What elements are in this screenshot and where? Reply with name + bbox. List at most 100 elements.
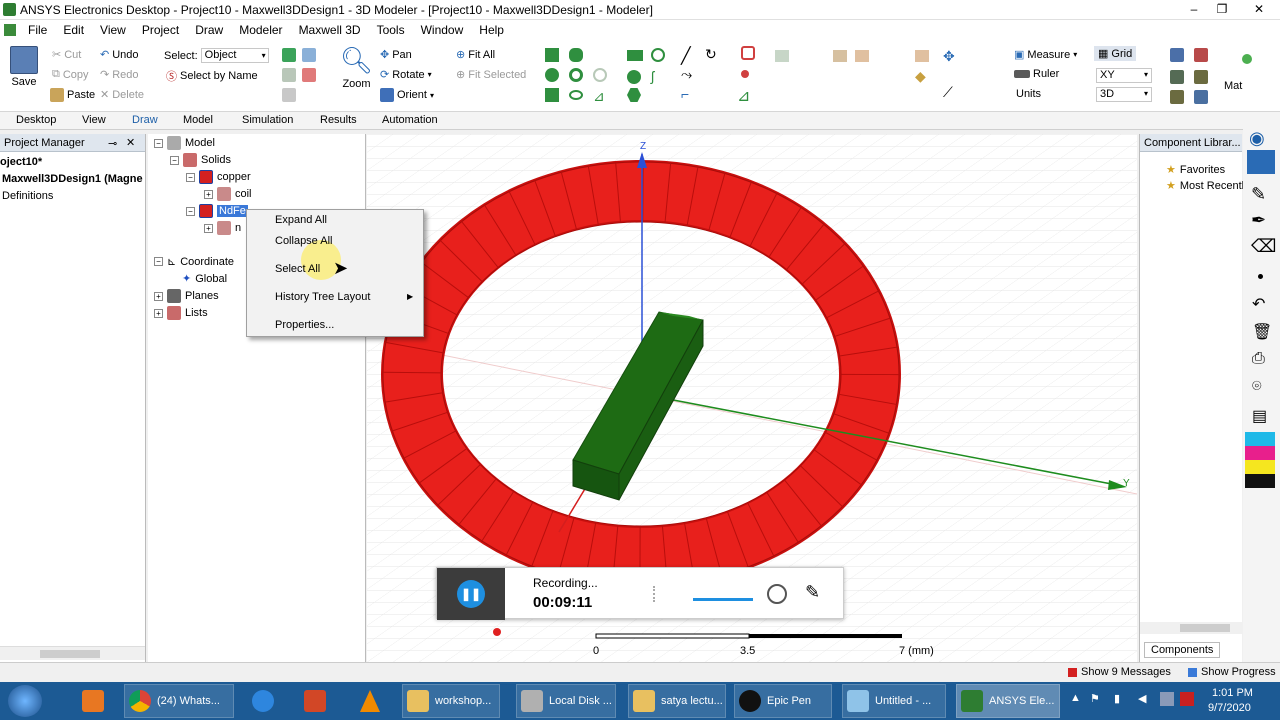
taskbar-satya[interactable]: satya lectu... [628, 684, 726, 718]
menu-view[interactable]: View [92, 23, 134, 37]
menu-item-expand-all[interactable]: Expand All [275, 214, 327, 226]
taskbar-ansys[interactable]: ANSYS Ele... [956, 684, 1060, 718]
pause-button[interactable]: ❚❚ [437, 568, 505, 620]
measure-line-icon[interactable]: ⟋ [943, 84, 953, 101]
tree-copper[interactable]: − copper [186, 170, 251, 184]
most-recent-node[interactable]: ★ Most Recentl [1166, 179, 1244, 193]
hexagon-icon[interactable] [627, 88, 641, 102]
equation-curve-icon[interactable]: ⌐ [681, 86, 689, 102]
menu-item-history-tree-layout[interactable]: History Tree Layout [275, 291, 370, 303]
eraser-icon[interactable]: ⌫ [1251, 236, 1276, 257]
tray-network-icon[interactable]: ▮ [1114, 692, 1120, 705]
measure-button[interactable]: ▣ Measure ▾ [1014, 48, 1077, 62]
menu-tools[interactable]: Tools [369, 23, 413, 37]
unite-icon[interactable] [775, 50, 789, 62]
tray-app-icon[interactable] [1160, 692, 1174, 706]
taskbar-chrome[interactable]: (24) Whats... [124, 684, 234, 718]
rotate-button[interactable]: ⟳ Rotate ▾ [380, 68, 432, 82]
panel-icon[interactable] [1170, 70, 1184, 84]
volume-slider[interactable] [693, 598, 753, 601]
vlc-icon[interactable] [360, 690, 380, 712]
material-icon[interactable] [1170, 90, 1184, 104]
ie-icon[interactable] [252, 690, 274, 712]
tab-results[interactable]: Results [320, 114, 357, 126]
subtract-icon[interactable] [833, 50, 847, 62]
screenshot-icon[interactable]: ⎙ [1252, 350, 1265, 368]
intersect-icon[interactable] [855, 50, 869, 62]
select-mode-dropdown[interactable]: Object ▾ [200, 48, 269, 63]
tree-coil[interactable]: + coil [204, 187, 252, 201]
tray-pdf-icon[interactable] [1180, 692, 1194, 706]
tree-global[interactable]: ✦ Global [182, 272, 227, 286]
taskbar-epic-pen[interactable]: Epic Pen [734, 684, 832, 718]
undo-annotation-icon[interactable]: ↶ [1252, 294, 1265, 314]
cone-icon[interactable] [569, 90, 583, 100]
select-face-icon[interactable] [282, 48, 296, 62]
clock-time[interactable]: 1:01 PM [1212, 687, 1253, 699]
save-button[interactable]: Save [10, 46, 38, 88]
pen-tool-icon[interactable]: ✒ [1251, 210, 1266, 231]
select-by-name-button[interactable]: Ⓢ Select by Name [166, 68, 258, 84]
zoom-button[interactable]: 🔍︎ Zoom [340, 46, 373, 90]
mode-dropdown[interactable]: 3D ▾ [1096, 87, 1152, 102]
cylinder-icon[interactable] [569, 48, 583, 62]
select-vertex-icon[interactable] [282, 68, 296, 82]
fit-all-button[interactable]: ⊕ Fit All [456, 48, 495, 62]
cut-button[interactable]: ✂ Cut [52, 48, 81, 62]
torus-icon[interactable] [569, 68, 583, 82]
menu-modeler[interactable]: Modeler [231, 23, 290, 37]
regular-polyhedron-icon[interactable] [545, 88, 559, 102]
components-scrollbar[interactable] [1140, 622, 1242, 634]
menu-draw[interactable]: Draw [187, 23, 231, 37]
clock-date[interactable]: 9/7/2020 [1208, 702, 1251, 714]
tree-model[interactable]: − Model [154, 136, 215, 150]
taskbar-local-disk[interactable]: Local Disk ... [516, 684, 616, 718]
tab-model[interactable]: Model [183, 114, 213, 126]
tray-flag-icon[interactable]: ⚑ [1090, 692, 1100, 705]
box-icon[interactable] [545, 48, 559, 62]
tab-desktop[interactable]: Desktop [16, 114, 56, 126]
marker-icon[interactable]: ✎ [1251, 184, 1266, 205]
tree-solids[interactable]: − Solids [170, 153, 231, 167]
tree-ndfe-child[interactable]: + n [204, 221, 241, 235]
menu-item-collapse-all[interactable]: Collapse All [275, 235, 332, 247]
coordinate-system-icon[interactable]: ◆ [915, 68, 926, 85]
fit-selected-button[interactable]: ⊕ Fit Selected [456, 68, 526, 82]
menu-project[interactable]: Project [134, 23, 187, 37]
cursor-tool-icon[interactable] [1247, 150, 1275, 174]
helix-icon[interactable] [593, 68, 607, 82]
show-messages-button[interactable]: Show 9 Messages [1068, 666, 1171, 678]
menu-item-select-all[interactable]: Select All [275, 263, 320, 275]
point-icon[interactable] [741, 70, 749, 78]
tray-volume-icon[interactable]: ◀ [1138, 692, 1146, 705]
grid-button[interactable]: ▦ Grid [1094, 46, 1137, 61]
powerpoint-icon[interactable] [304, 690, 326, 712]
arc-icon[interactable]: ↻ [705, 46, 717, 63]
paste-button[interactable]: Paste [50, 88, 95, 102]
camera-icon[interactable]: ⌾ [1252, 378, 1262, 396]
menu-help[interactable]: Help [471, 23, 512, 37]
show-progress-button[interactable]: Show Progress [1188, 666, 1276, 678]
taskbar-workshop[interactable]: workshop... [402, 684, 500, 718]
polyline-icon[interactable]: ⤳ [681, 66, 692, 83]
region-icon[interactable]: ⊿ [593, 88, 605, 105]
media-player-icon[interactable] [82, 690, 104, 712]
tab-view[interactable]: View [82, 114, 106, 126]
definitions-node[interactable]: Definitions [2, 190, 53, 202]
undo-button[interactable]: ↶ Undo [100, 48, 139, 62]
menu-edit[interactable]: Edit [55, 23, 92, 37]
move-icon[interactable]: ✥ [943, 48, 955, 65]
close-button[interactable]: ✕ [1238, 0, 1280, 18]
ruler-button[interactable]: Ruler [1014, 68, 1059, 80]
pan-button[interactable]: ✥ Pan [380, 48, 412, 62]
tab-draw[interactable]: Draw [132, 114, 158, 126]
redo-button[interactable]: ↷ Redo [100, 68, 139, 82]
pin-icon[interactable]: ⊸ [108, 137, 117, 150]
tray-arrow-icon[interactable]: ▲ [1070, 692, 1081, 704]
circle-icon[interactable] [651, 48, 665, 62]
menu-window[interactable]: Window [413, 23, 472, 37]
rectangle-icon[interactable] [627, 50, 643, 61]
material-library-icon[interactable] [1194, 90, 1208, 104]
webcam-icon[interactable] [767, 584, 787, 604]
tile-icon[interactable] [1194, 70, 1208, 84]
